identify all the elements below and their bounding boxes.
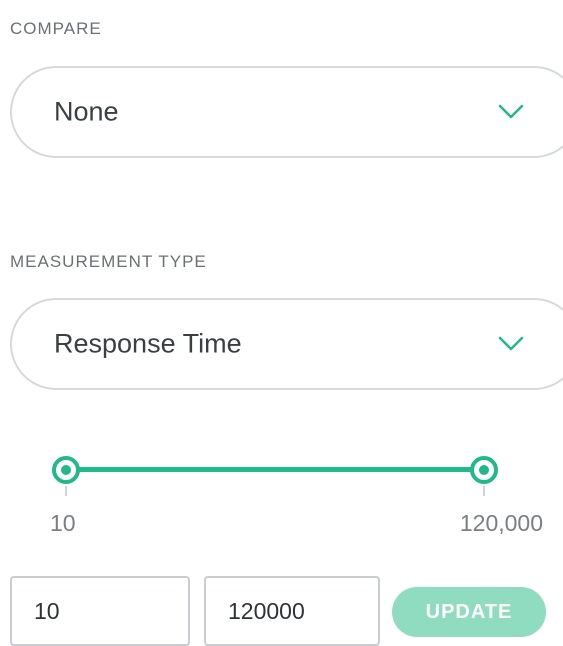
slider-tick-max	[483, 486, 485, 496]
slider-handle-max[interactable]	[470, 456, 498, 484]
chevron-down-icon	[498, 104, 524, 119]
range-max-label: 120,000	[459, 510, 543, 536]
update-button[interactable]: UPDATE	[392, 587, 546, 637]
measurement-type-select[interactable]: Response Time	[10, 298, 563, 390]
range-min-label: 10	[50, 510, 76, 536]
range-slider[interactable]	[40, 440, 520, 500]
range-max-input[interactable]	[204, 576, 380, 646]
slider-tick-min	[65, 486, 67, 496]
measurement-type-selected-value: Response Time	[54, 328, 242, 359]
compare-select[interactable]: None	[10, 66, 563, 158]
range-min-input[interactable]	[10, 576, 190, 646]
compare-selected-value: None	[54, 96, 119, 127]
chevron-down-icon	[498, 336, 524, 351]
compare-label: COMPARE	[10, 19, 102, 38]
slider-track[interactable]	[66, 467, 484, 472]
measurement-type-label: MEASUREMENT TYPE	[10, 252, 207, 271]
slider-handle-min[interactable]	[52, 456, 80, 484]
